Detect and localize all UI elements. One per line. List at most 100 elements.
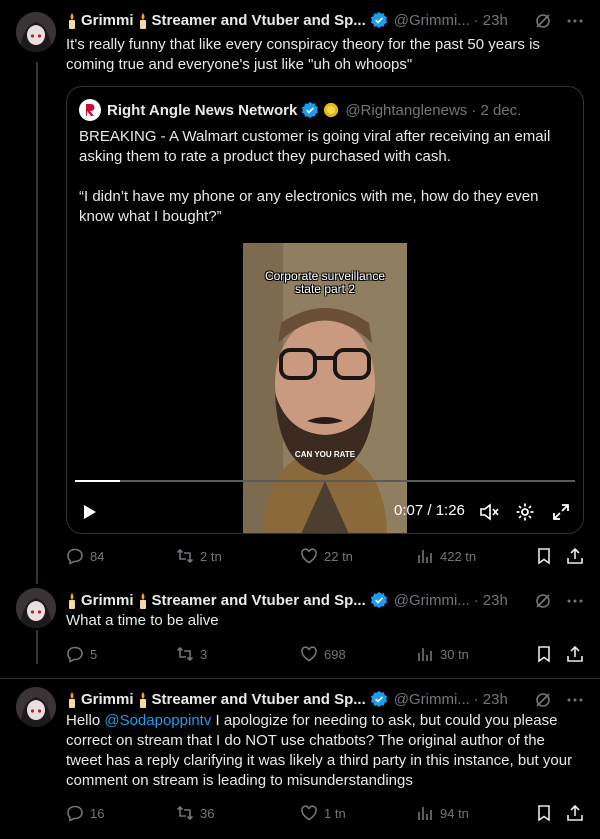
bookmark-icon[interactable] xyxy=(535,804,553,822)
views-chart-icon xyxy=(418,550,432,563)
reply-button[interactable]: 5 xyxy=(66,645,97,663)
repost-button[interactable]: 36 xyxy=(176,804,214,822)
quoted-date[interactable]: · 2 dec. xyxy=(471,102,521,119)
views-button[interactable]: 94 tn xyxy=(416,804,469,822)
more-options-icon[interactable] xyxy=(566,592,584,610)
avatar[interactable] xyxy=(16,588,56,628)
dot-separator: · xyxy=(473,690,479,708)
repost-count: 3 xyxy=(200,646,208,662)
repost-icon xyxy=(176,646,194,662)
video-progress-fill xyxy=(75,480,120,482)
reply-button[interactable]: 84 xyxy=(66,547,104,565)
timestamp[interactable]: 23h xyxy=(483,12,508,29)
reply-count: 5 xyxy=(90,646,98,662)
candle-icon xyxy=(69,691,75,708)
repost-count: 2 tn xyxy=(200,548,222,564)
candle-icon xyxy=(139,691,146,708)
candle-icon xyxy=(69,592,75,609)
affiliate-badge-icon xyxy=(324,102,339,118)
tweet-header-icons xyxy=(534,592,584,610)
tweet-actions: 5 3 698 30 tn xyxy=(66,644,584,664)
tweet-actions: 84 2 tn 22 tn 422 tn xyxy=(66,546,584,566)
tweet-header: Grimmi Streamer and Vtuber and Sp... @Gr… xyxy=(66,590,590,610)
verified-badge-icon xyxy=(370,690,387,708)
heart-icon xyxy=(301,805,317,821)
bookmark-icon[interactable] xyxy=(535,547,553,565)
news-logo-avatar[interactable] xyxy=(79,99,101,121)
views-button[interactable]: 30 tn xyxy=(416,645,469,663)
tweet-header: Grimmi Streamer and Vtuber and Sp... @Gr… xyxy=(66,689,590,709)
video-time: 0:07 / 1:26 xyxy=(394,502,465,519)
views-count: 30 tn xyxy=(440,646,469,662)
video-progress-track[interactable] xyxy=(75,480,575,482)
reply-icon xyxy=(67,646,83,663)
views-count: 422 tn xyxy=(440,548,477,564)
tweet-text: Hello @Sodapoppintv I apologize for need… xyxy=(66,712,573,789)
handle[interactable]: @Grimmi... xyxy=(394,691,470,708)
video-caption: Corporate surveillance state part 2 xyxy=(264,269,386,296)
tweet-text: What a time to be alive xyxy=(66,612,219,629)
grok-icon[interactable] xyxy=(534,12,552,30)
tweet-text: It's really funny that like every conspi… xyxy=(66,36,540,73)
quoted-tweet[interactable]: Right Angle News Network @Rightanglenews… xyxy=(66,86,584,534)
tweet[interactable]: Grimmi Streamer and Vtuber and Sp... @Gr… xyxy=(0,679,600,839)
candle-icon xyxy=(69,12,75,29)
settings-gear-icon[interactable] xyxy=(515,502,535,522)
avatar[interactable] xyxy=(16,687,56,727)
reply-button[interactable]: 16 xyxy=(66,804,104,822)
like-button[interactable]: 698 xyxy=(300,645,346,663)
share-icon[interactable] xyxy=(566,645,584,663)
mention-link[interactable]: @Sodapoppintv xyxy=(104,712,211,729)
share-icon[interactable] xyxy=(566,804,584,822)
video-player[interactable]: Corporate surveillance state part 2 CAN … xyxy=(67,243,583,533)
handle[interactable]: @Grimmi... xyxy=(394,592,470,609)
like-button[interactable]: 1 tn xyxy=(300,804,346,822)
fullscreen-icon[interactable] xyxy=(551,502,571,522)
bookmark-icon[interactable] xyxy=(535,645,553,663)
handle[interactable]: @Grimmi... xyxy=(394,12,470,29)
more-options-icon[interactable] xyxy=(566,691,584,709)
repost-icon xyxy=(176,548,194,564)
timestamp[interactable]: 23h xyxy=(483,691,508,708)
quoted-tweet-text: BREAKING - A Walmart customer is going v… xyxy=(79,127,571,227)
tweet-header: Grimmi Streamer and Vtuber and Sp... @Gr… xyxy=(66,10,590,30)
timestamp[interactable]: 23h xyxy=(483,592,508,609)
reply-count: 16 xyxy=(90,805,105,821)
video-subtitle: CAN YOU RATE xyxy=(294,450,356,459)
like-count: 22 tn xyxy=(324,548,353,564)
display-name[interactable]: Grimmi Streamer and Vtuber and Sp... xyxy=(66,592,366,609)
grok-icon[interactable] xyxy=(534,691,552,709)
play-icon[interactable] xyxy=(79,502,99,522)
share-icon[interactable] xyxy=(566,547,584,565)
avatar[interactable] xyxy=(16,12,56,52)
grok-icon[interactable] xyxy=(534,592,552,610)
like-count: 1 tn xyxy=(324,805,346,821)
quoted-display-name[interactable]: Right Angle News Network xyxy=(107,102,297,119)
verified-badge-icon xyxy=(370,591,387,609)
dot-separator: · xyxy=(473,591,479,609)
quoted-handle[interactable]: @Rightanglenews xyxy=(345,102,467,119)
views-chart-icon xyxy=(418,648,432,661)
display-name[interactable]: Grimmi Streamer and Vtuber and Sp... xyxy=(66,691,366,708)
display-name[interactable]: Grimmi Streamer and Vtuber and Sp... xyxy=(66,12,366,29)
tweet-actions: 16 36 1 tn 94 tn xyxy=(66,803,584,823)
repost-count: 36 xyxy=(200,805,215,821)
tweet[interactable]: Grimmi Streamer and Vtuber and Sp... @Gr… xyxy=(0,584,600,678)
reply-icon xyxy=(67,548,83,565)
quoted-tweet-header: Right Angle News Network @Rightanglenews… xyxy=(79,99,521,121)
tweet-header-icons xyxy=(534,12,584,30)
like-button[interactable]: 22 tn xyxy=(300,547,353,565)
mute-icon[interactable] xyxy=(479,502,499,522)
video-frame: Corporate surveillance state part 2 CAN … xyxy=(243,243,407,533)
repost-icon xyxy=(176,805,194,821)
views-button[interactable]: 422 tn xyxy=(416,547,476,565)
views-count: 94 tn xyxy=(440,805,469,821)
quoted-paragraph: “I didn’t have my phone or any electroni… xyxy=(79,188,539,225)
tweet[interactable]: Grimmi Streamer and Vtuber and Sp... @Gr… xyxy=(0,0,600,584)
more-options-icon[interactable] xyxy=(566,12,584,30)
verified-badge-icon xyxy=(302,101,319,119)
reply-count: 84 xyxy=(90,548,105,564)
candle-icon xyxy=(139,592,146,609)
repost-button[interactable]: 3 xyxy=(176,645,207,663)
repost-button[interactable]: 2 tn xyxy=(176,547,222,565)
